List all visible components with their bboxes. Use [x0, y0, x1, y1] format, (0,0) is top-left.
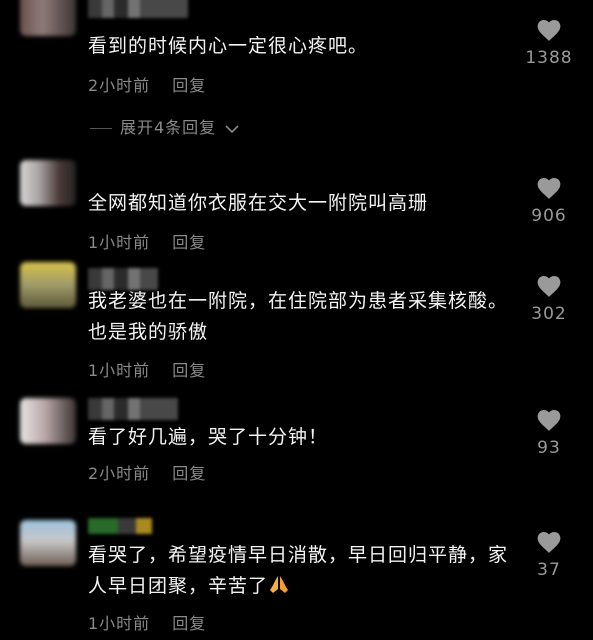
- comment-meta: 2小时前 回复: [88, 460, 206, 484]
- like-button[interactable]: 302: [519, 274, 579, 324]
- reply-button[interactable]: 回复: [172, 233, 206, 252]
- comment-text: 看到的时候内心一定很心疼吧。: [88, 35, 369, 57]
- avatar[interactable]: [20, 398, 76, 444]
- reply-button[interactable]: 回复: [172, 614, 206, 633]
- comment-text: 看哭了，希望疫情早日消散，早日回归平静，家人早日团聚，辛苦了: [88, 540, 518, 602]
- comment-text: 看了好几遍，哭了十分钟！: [88, 426, 329, 448]
- comment-meta: 2小时前 回复: [88, 72, 206, 96]
- divider-line: [90, 128, 112, 129]
- heart-icon: [537, 532, 561, 553]
- heart-icon: [537, 20, 561, 41]
- chevron-down-icon: [225, 124, 239, 133]
- like-count: 37: [537, 560, 561, 580]
- like-count: 302: [531, 304, 567, 324]
- like-button[interactable]: 37: [519, 530, 579, 580]
- like-count: 906: [531, 206, 567, 226]
- reply-button[interactable]: 回复: [172, 76, 206, 95]
- heart-icon: [537, 410, 561, 431]
- heart-icon: [537, 276, 561, 297]
- praying-hands-emoji: [270, 576, 289, 593]
- like-count: 93: [537, 438, 561, 458]
- avatar[interactable]: [20, 0, 76, 36]
- heart-icon: [537, 178, 561, 199]
- reply-button[interactable]: 回复: [172, 464, 206, 483]
- avatar[interactable]: [20, 160, 76, 206]
- like-button[interactable]: 906: [519, 176, 579, 226]
- comment-time: 2小时前: [88, 76, 151, 95]
- reply-button[interactable]: 回复: [172, 361, 206, 380]
- username-blurred[interactable]: [88, 518, 152, 534]
- username-blurred[interactable]: [88, 398, 178, 420]
- comment-meta: 1小时前 回复: [88, 357, 206, 381]
- comment-text: 我老婆也在一附院，在住院部为患者采集核酸。也是我的骄傲: [88, 290, 509, 343]
- comment-time: 1小时前: [88, 614, 151, 633]
- expand-label: 展开4条回复: [120, 118, 217, 137]
- comment-text-content: 看哭了，希望疫情早日消散，早日回归平静，家人早日团聚，辛苦了: [88, 544, 509, 597]
- comment-meta: 1小时前 回复: [88, 610, 206, 634]
- avatar[interactable]: [20, 520, 76, 566]
- like-button[interactable]: 1388: [519, 18, 579, 68]
- comment-text: 全网都知道你衣服在交大一附院叫高珊: [88, 192, 429, 214]
- username-blurred[interactable]: [88, 0, 188, 18]
- expand-replies-button[interactable]: 展开4条回复: [90, 114, 239, 138]
- comment-time: 1小时前: [88, 361, 151, 380]
- avatar[interactable]: [20, 262, 76, 308]
- like-button[interactable]: 93: [519, 408, 579, 458]
- comment-meta: 1小时前 回复: [88, 229, 206, 253]
- comment-time: 1小时前: [88, 233, 151, 252]
- comment-time: 2小时前: [88, 464, 151, 483]
- like-count: 1388: [525, 48, 573, 68]
